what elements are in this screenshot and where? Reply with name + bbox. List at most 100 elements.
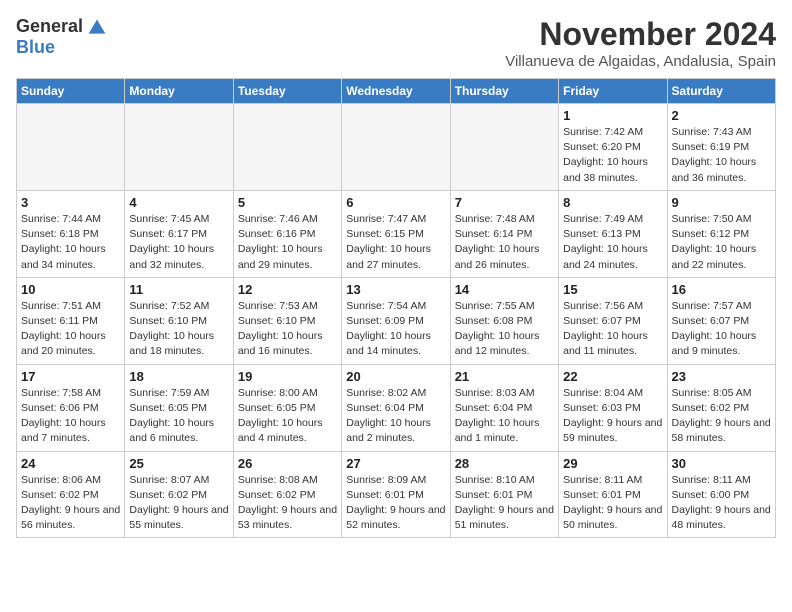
month-title: November 2024 xyxy=(505,16,776,53)
calendar-cell: 1 Sunrise: 7:42 AM Sunset: 6:20 PM Daylig… xyxy=(559,104,667,191)
day-info: Sunrise: 8:08 AM Sunset: 6:02 PM Dayligh… xyxy=(238,473,337,534)
day-number: 14 xyxy=(455,282,554,297)
calendar-cell: 12Sunrise: 7:53 AM Sunset: 6:10 PM Dayli… xyxy=(233,277,341,364)
day-info: Sunrise: 7:51 AM Sunset: 6:11 PM Dayligh… xyxy=(21,299,120,360)
day-number: 18 xyxy=(129,369,228,384)
day-number: 23 xyxy=(672,369,771,384)
week-row-1: 1 Sunrise: 7:42 AM Sunset: 6:20 PM Daylig… xyxy=(17,104,776,191)
calendar-cell: 11 Sunrise: 7:52 AM Sunset: 6:10 PM Dayli… xyxy=(125,277,233,364)
calendar-cell: 22 Sunrise: 8:04 AM Sunset: 6:03 PM Dayli… xyxy=(559,364,667,451)
calendar-cell: 17 Sunrise: 7:58 AM Sunset: 6:06 PM Dayli… xyxy=(17,364,125,451)
day-info: Sunrise: 7:43 AM Sunset: 6:19 PM Dayligh… xyxy=(672,125,771,186)
day-number: 25 xyxy=(129,456,228,471)
day-info: Sunrise: 7:55 AM Sunset: 6:08 PM Dayligh… xyxy=(455,299,554,360)
day-info: Sunrise: 8:04 AM Sunset: 6:03 PM Dayligh… xyxy=(563,386,662,447)
day-info: Sunrise: 8:03 AM Sunset: 6:04 PM Dayligh… xyxy=(455,386,554,447)
day-info: Sunrise: 7:42 AM Sunset: 6:20 PM Dayligh… xyxy=(563,125,662,186)
day-info: Sunrise: 7:50 AM Sunset: 6:12 PM Dayligh… xyxy=(672,212,771,273)
week-row-5: 24Sunrise: 8:06 AM Sunset: 6:02 PM Dayli… xyxy=(17,451,776,538)
day-info: Sunrise: 8:02 AM Sunset: 6:04 PM Dayligh… xyxy=(346,386,445,447)
day-number: 21 xyxy=(455,369,554,384)
day-info: Sunrise: 8:06 AM Sunset: 6:02 PM Dayligh… xyxy=(21,473,120,534)
calendar-table: SundayMondayTuesdayWednesdayThursdayFrid… xyxy=(16,78,776,538)
day-number: 1 xyxy=(563,108,662,123)
logo-general-text: General xyxy=(16,16,83,37)
day-number: 20 xyxy=(346,369,445,384)
logo-icon xyxy=(87,17,107,37)
week-row-3: 10Sunrise: 7:51 AM Sunset: 6:11 PM Dayli… xyxy=(17,277,776,364)
calendar-cell: 25 Sunrise: 8:07 AM Sunset: 6:02 PM Dayli… xyxy=(125,451,233,538)
calendar-cell: 7 Sunrise: 7:48 AM Sunset: 6:14 PM Daylig… xyxy=(450,190,558,277)
calendar-cell: 23 Sunrise: 8:05 AM Sunset: 6:02 PM Dayli… xyxy=(667,364,775,451)
calendar-cell: 30Sunrise: 8:11 AM Sunset: 6:00 PM Dayli… xyxy=(667,451,775,538)
calendar-cell: 26 Sunrise: 8:08 AM Sunset: 6:02 PM Dayli… xyxy=(233,451,341,538)
col-header-wednesday: Wednesday xyxy=(342,79,450,104)
col-header-friday: Friday xyxy=(559,79,667,104)
calendar-cell xyxy=(450,104,558,191)
day-number: 13 xyxy=(346,282,445,297)
calendar-cell: 27Sunrise: 8:09 AM Sunset: 6:01 PM Dayli… xyxy=(342,451,450,538)
day-number: 7 xyxy=(455,195,554,210)
day-number: 29 xyxy=(563,456,662,471)
day-info: Sunrise: 7:44 AM Sunset: 6:18 PM Dayligh… xyxy=(21,212,120,273)
day-number: 15 xyxy=(563,282,662,297)
location-subtitle: Villanueva de Algaidas, Andalusia, Spain xyxy=(505,53,776,70)
day-info: Sunrise: 7:48 AM Sunset: 6:14 PM Dayligh… xyxy=(455,212,554,273)
calendar-header-row: SundayMondayTuesdayWednesdayThursdayFrid… xyxy=(17,79,776,104)
day-number: 4 xyxy=(129,195,228,210)
day-number: 6 xyxy=(346,195,445,210)
col-header-thursday: Thursday xyxy=(450,79,558,104)
calendar-cell: 28Sunrise: 8:10 AM Sunset: 6:01 PM Dayli… xyxy=(450,451,558,538)
calendar-cell: 8 Sunrise: 7:49 AM Sunset: 6:13 PM Daylig… xyxy=(559,190,667,277)
day-number: 17 xyxy=(21,369,120,384)
calendar-cell: 18 Sunrise: 7:59 AM Sunset: 6:05 PM Dayli… xyxy=(125,364,233,451)
day-info: Sunrise: 7:49 AM Sunset: 6:13 PM Dayligh… xyxy=(563,212,662,273)
week-row-4: 17 Sunrise: 7:58 AM Sunset: 6:06 PM Dayli… xyxy=(17,364,776,451)
calendar-cell: 3Sunrise: 7:44 AM Sunset: 6:18 PM Daylig… xyxy=(17,190,125,277)
day-info: Sunrise: 7:52 AM Sunset: 6:10 PM Dayligh… xyxy=(129,299,228,360)
calendar-cell xyxy=(233,104,341,191)
calendar-cell: 4Sunrise: 7:45 AM Sunset: 6:17 PM Daylig… xyxy=(125,190,233,277)
calendar-cell xyxy=(125,104,233,191)
calendar-cell: 5Sunrise: 7:46 AM Sunset: 6:16 PM Daylig… xyxy=(233,190,341,277)
header: General Blue November 2024 Villanueva de… xyxy=(16,16,776,70)
day-number: 11 xyxy=(129,282,228,297)
day-number: 22 xyxy=(563,369,662,384)
calendar-cell: 13 Sunrise: 7:54 AM Sunset: 6:09 PM Dayli… xyxy=(342,277,450,364)
day-info: Sunrise: 7:59 AM Sunset: 6:05 PM Dayligh… xyxy=(129,386,228,447)
day-info: Sunrise: 8:11 AM Sunset: 6:01 PM Dayligh… xyxy=(563,473,662,534)
day-info: Sunrise: 7:47 AM Sunset: 6:15 PM Dayligh… xyxy=(346,212,445,273)
day-number: 2 xyxy=(672,108,771,123)
title-area: November 2024 Villanueva de Algaidas, An… xyxy=(505,16,776,70)
day-number: 16 xyxy=(672,282,771,297)
day-info: Sunrise: 7:56 AM Sunset: 6:07 PM Dayligh… xyxy=(563,299,662,360)
calendar-cell xyxy=(17,104,125,191)
day-number: 12 xyxy=(238,282,337,297)
col-header-saturday: Saturday xyxy=(667,79,775,104)
day-info: Sunrise: 7:57 AM Sunset: 6:07 PM Dayligh… xyxy=(672,299,771,360)
calendar-cell: 15 Sunrise: 7:56 AM Sunset: 6:07 PM Dayli… xyxy=(559,277,667,364)
calendar-cell: 9 Sunrise: 7:50 AM Sunset: 6:12 PM Daylig… xyxy=(667,190,775,277)
day-info: Sunrise: 7:54 AM Sunset: 6:09 PM Dayligh… xyxy=(346,299,445,360)
calendar-cell: 2 Sunrise: 7:43 AM Sunset: 6:19 PM Daylig… xyxy=(667,104,775,191)
day-info: Sunrise: 8:05 AM Sunset: 6:02 PM Dayligh… xyxy=(672,386,771,447)
logo: General Blue xyxy=(16,16,107,58)
calendar-cell: 21 Sunrise: 8:03 AM Sunset: 6:04 PM Dayli… xyxy=(450,364,558,451)
calendar-cell: 6 Sunrise: 7:47 AM Sunset: 6:15 PM Daylig… xyxy=(342,190,450,277)
day-number: 9 xyxy=(672,195,771,210)
calendar-body: 1 Sunrise: 7:42 AM Sunset: 6:20 PM Daylig… xyxy=(17,104,776,538)
day-info: Sunrise: 7:58 AM Sunset: 6:06 PM Dayligh… xyxy=(21,386,120,447)
day-info: Sunrise: 7:46 AM Sunset: 6:16 PM Dayligh… xyxy=(238,212,337,273)
day-number: 26 xyxy=(238,456,337,471)
day-number: 19 xyxy=(238,369,337,384)
day-info: Sunrise: 8:07 AM Sunset: 6:02 PM Dayligh… xyxy=(129,473,228,534)
calendar-cell xyxy=(342,104,450,191)
day-info: Sunrise: 8:10 AM Sunset: 6:01 PM Dayligh… xyxy=(455,473,554,534)
day-number: 8 xyxy=(563,195,662,210)
calendar-cell: 19 Sunrise: 8:00 AM Sunset: 6:05 PM Dayli… xyxy=(233,364,341,451)
day-info: Sunrise: 8:00 AM Sunset: 6:05 PM Dayligh… xyxy=(238,386,337,447)
calendar-cell: 10Sunrise: 7:51 AM Sunset: 6:11 PM Dayli… xyxy=(17,277,125,364)
col-header-monday: Monday xyxy=(125,79,233,104)
calendar-cell: 24Sunrise: 8:06 AM Sunset: 6:02 PM Dayli… xyxy=(17,451,125,538)
day-number: 30 xyxy=(672,456,771,471)
